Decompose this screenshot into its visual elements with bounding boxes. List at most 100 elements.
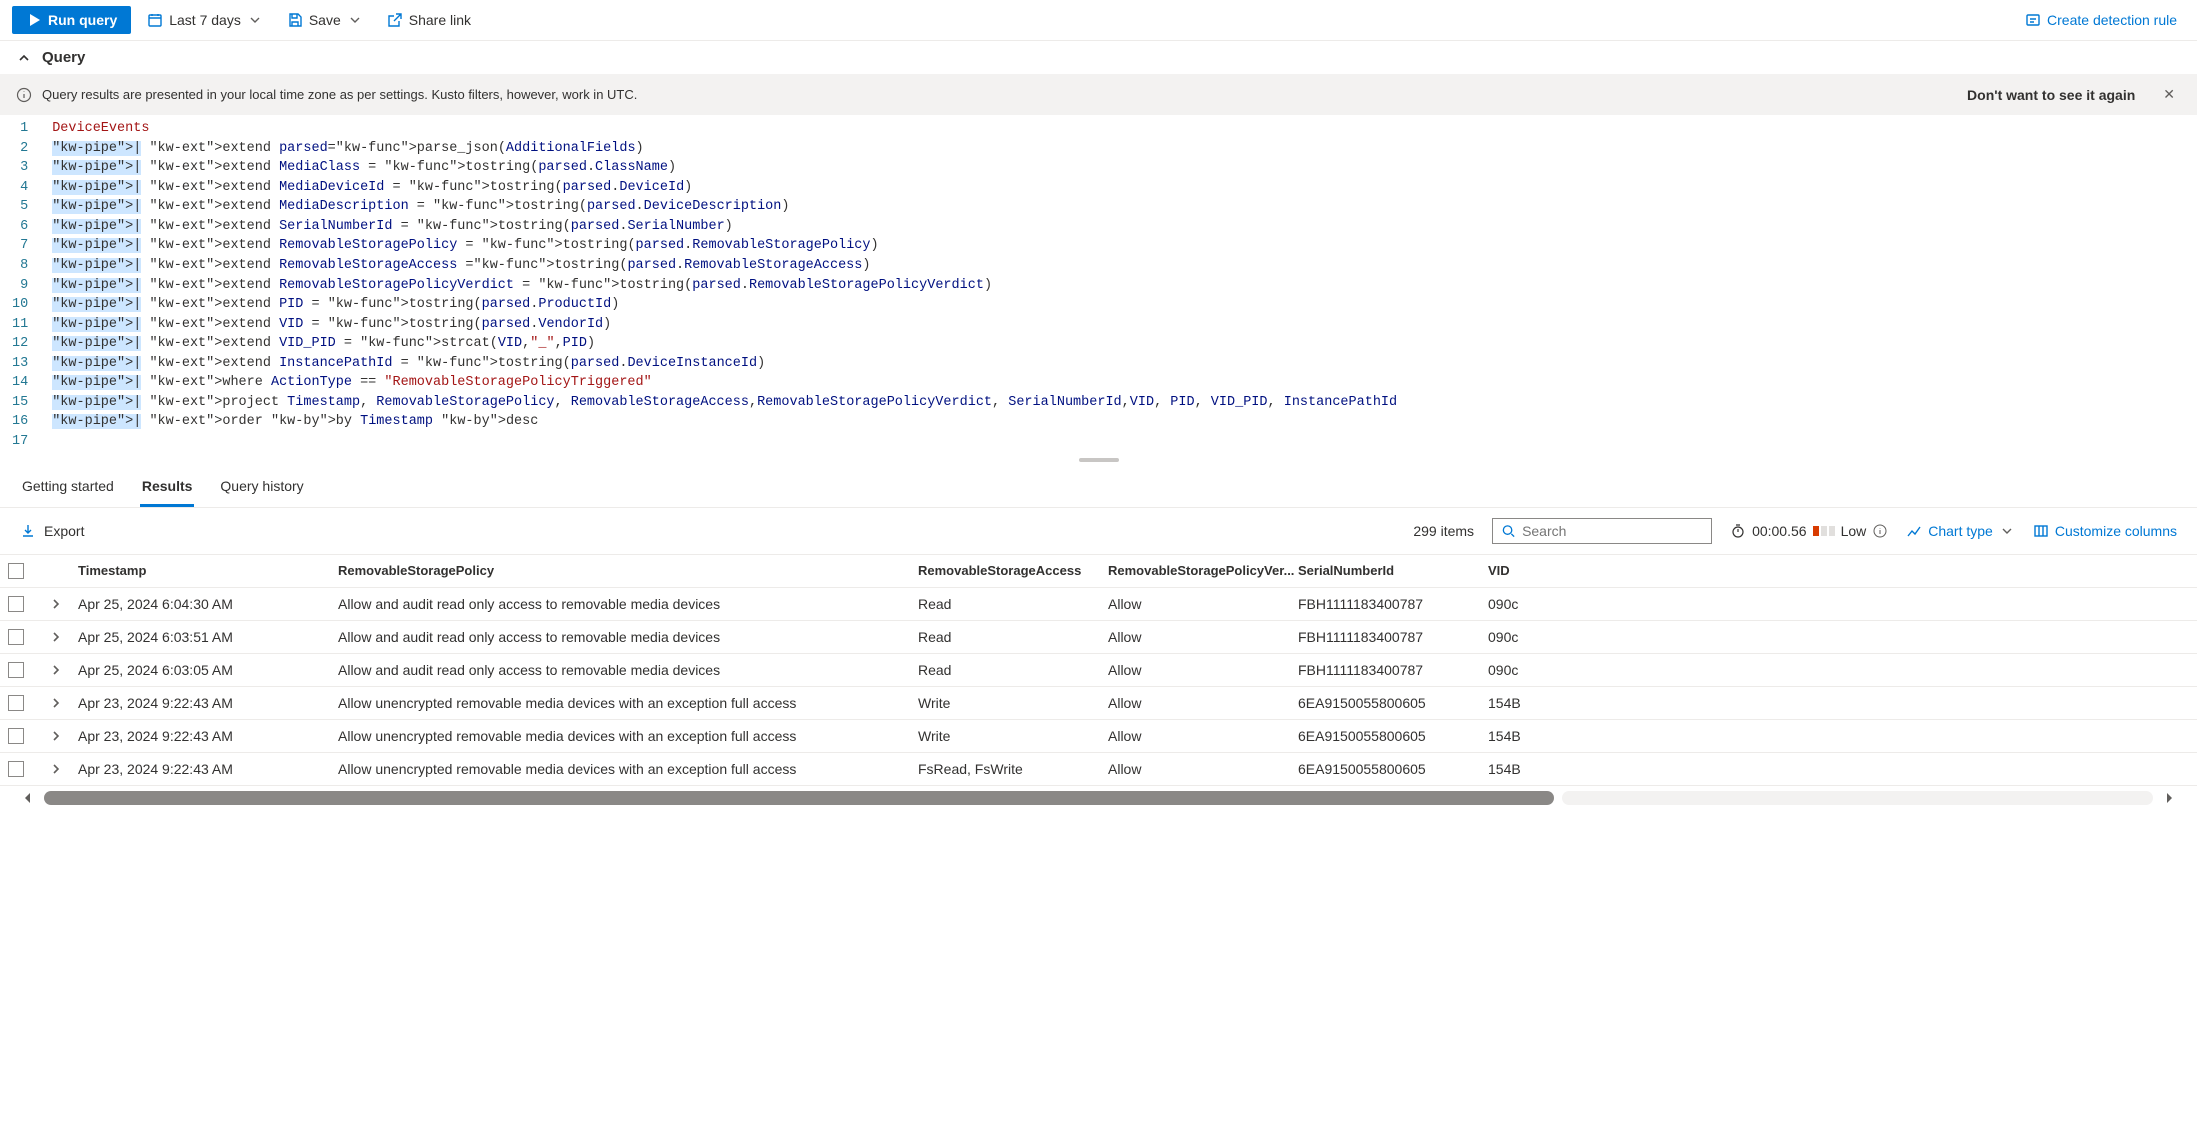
col-serial[interactable]: SerialNumberId: [1298, 563, 1488, 578]
expand-row-button[interactable]: [48, 662, 78, 678]
cell-access: Write: [918, 728, 1108, 744]
save-icon: [287, 12, 303, 28]
table-header-row: Timestamp RemovableStoragePolicy Removab…: [0, 554, 2197, 588]
expand-row-button[interactable]: [48, 761, 78, 777]
expand-row-button[interactable]: [48, 695, 78, 711]
table-row[interactable]: Apr 23, 2024 9:22:43 AMAllow unencrypted…: [0, 687, 2197, 720]
row-checkbox[interactable]: [8, 629, 24, 645]
info-icon[interactable]: [1872, 523, 1888, 539]
cell-access: Read: [918, 662, 1108, 678]
cell-vid: 154B: [1488, 695, 1608, 711]
cell-vid: 090c: [1488, 629, 1608, 645]
cell-policy: Allow unencrypted removable media device…: [338, 761, 918, 777]
query-editor[interactable]: 1234567891011121314151617 DeviceEvents"k…: [0, 115, 2197, 456]
results-table: Timestamp RemovableStoragePolicy Removab…: [0, 554, 2197, 786]
table-row[interactable]: Apr 25, 2024 6:04:30 AMAllow and audit r…: [0, 588, 2197, 621]
scrollbar-thumb[interactable]: [44, 791, 1554, 805]
cell-policy: Allow and audit read only access to remo…: [338, 662, 918, 678]
chevron-up-icon: [16, 50, 32, 66]
results-search-input[interactable]: [1522, 523, 1703, 539]
row-checkbox[interactable]: [8, 596, 24, 612]
tab-query-history[interactable]: Query history: [218, 468, 305, 507]
load-label: Low: [1841, 523, 1867, 539]
calendar-icon: [147, 12, 163, 28]
cell-vid: 090c: [1488, 662, 1608, 678]
cell-serial: 6EA9150055800605: [1298, 728, 1488, 744]
expand-row-button[interactable]: [48, 629, 78, 645]
select-all-checkbox[interactable]: [8, 563, 24, 579]
cell-serial: 6EA9150055800605: [1298, 695, 1488, 711]
row-checkbox[interactable]: [8, 662, 24, 678]
tab-getting-started[interactable]: Getting started: [20, 468, 116, 507]
query-section-title: Query: [42, 49, 85, 66]
col-access[interactable]: RemovableStorageAccess: [918, 563, 1108, 578]
col-vid[interactable]: VID: [1488, 563, 1608, 578]
table-row[interactable]: Apr 23, 2024 9:22:43 AMAllow unencrypted…: [0, 753, 2197, 786]
pane-resize-handle[interactable]: [0, 456, 2197, 464]
chart-type-dropdown[interactable]: Chart type: [1906, 523, 2015, 539]
col-policy[interactable]: RemovableStoragePolicy: [338, 563, 918, 578]
horizontal-scrollbar[interactable]: [0, 786, 2197, 814]
query-time-value: 00:00.56: [1752, 523, 1807, 539]
banner-close-button[interactable]: ✕: [2157, 84, 2181, 105]
scrollbar-track[interactable]: [1562, 791, 2153, 805]
load-meter-icon: [1813, 526, 1835, 536]
export-button[interactable]: Export: [20, 523, 84, 539]
scroll-right-icon[interactable]: [2161, 790, 2177, 806]
chevron-down-icon: [247, 12, 263, 28]
cell-serial: FBH1111183400787: [1298, 629, 1488, 645]
cell-policy: Allow unencrypted removable media device…: [338, 695, 918, 711]
cell-policy: Allow and audit read only access to remo…: [338, 596, 918, 612]
cell-access: Read: [918, 629, 1108, 645]
col-timestamp[interactable]: Timestamp: [78, 563, 338, 578]
cell-verdict: Allow: [1108, 695, 1298, 711]
detection-rule-icon: [2025, 12, 2041, 28]
share-label: Share link: [409, 12, 471, 28]
code-content[interactable]: DeviceEvents"kw-pipe">| "kw-ext">extend …: [50, 119, 2197, 452]
expand-row-button[interactable]: [48, 596, 78, 612]
cell-timestamp: Apr 23, 2024 9:22:43 AM: [78, 728, 338, 744]
table-row[interactable]: Apr 23, 2024 9:22:43 AMAllow unencrypted…: [0, 720, 2197, 753]
play-icon: [26, 12, 42, 28]
table-row[interactable]: Apr 25, 2024 6:03:05 AMAllow and audit r…: [0, 654, 2197, 687]
row-checkbox[interactable]: [8, 695, 24, 711]
columns-icon: [2033, 523, 2049, 539]
row-checkbox[interactable]: [8, 728, 24, 744]
line-number-gutter: 1234567891011121314151617: [8, 119, 50, 452]
banner-text: Query results are presented in your loca…: [42, 87, 1957, 102]
share-link-button[interactable]: Share link: [379, 8, 479, 32]
cell-policy: Allow and audit read only access to remo…: [338, 629, 918, 645]
save-dropdown[interactable]: Save: [279, 8, 371, 32]
cell-verdict: Allow: [1108, 662, 1298, 678]
col-verdict[interactable]: RemovableStoragePolicyVer...: [1108, 563, 1298, 578]
info-icon: [16, 87, 32, 103]
run-query-label: Run query: [48, 12, 117, 28]
cell-timestamp: Apr 23, 2024 9:22:43 AM: [78, 695, 338, 711]
cell-access: Write: [918, 695, 1108, 711]
chart-type-label: Chart type: [1928, 523, 1993, 539]
cell-verdict: Allow: [1108, 728, 1298, 744]
row-checkbox[interactable]: [8, 761, 24, 777]
create-rule-label: Create detection rule: [2047, 12, 2177, 28]
table-row[interactable]: Apr 25, 2024 6:03:51 AMAllow and audit r…: [0, 621, 2197, 654]
customize-columns-button[interactable]: Customize columns: [2033, 523, 2177, 539]
time-range-dropdown[interactable]: Last 7 days: [139, 8, 271, 32]
cell-verdict: Allow: [1108, 596, 1298, 612]
chevron-down-icon: [1999, 523, 2015, 539]
cell-serial: 6EA9150055800605: [1298, 761, 1488, 777]
stopwatch-icon: [1730, 523, 1746, 539]
save-label: Save: [309, 12, 341, 28]
customize-columns-label: Customize columns: [2055, 523, 2177, 539]
cell-serial: FBH1111183400787: [1298, 662, 1488, 678]
banner-dismiss-link[interactable]: Don't want to see it again: [1967, 87, 2135, 103]
download-icon: [20, 523, 36, 539]
scroll-left-icon[interactable]: [20, 790, 36, 806]
create-detection-rule-button[interactable]: Create detection rule: [2017, 8, 2185, 32]
tab-results[interactable]: Results: [140, 468, 195, 507]
results-search-box[interactable]: [1492, 518, 1712, 544]
run-query-button[interactable]: Run query: [12, 6, 131, 34]
cell-vid: 154B: [1488, 728, 1608, 744]
results-count: 299 items: [1413, 523, 1474, 539]
query-section-header[interactable]: Query: [0, 41, 2197, 74]
expand-row-button[interactable]: [48, 728, 78, 744]
